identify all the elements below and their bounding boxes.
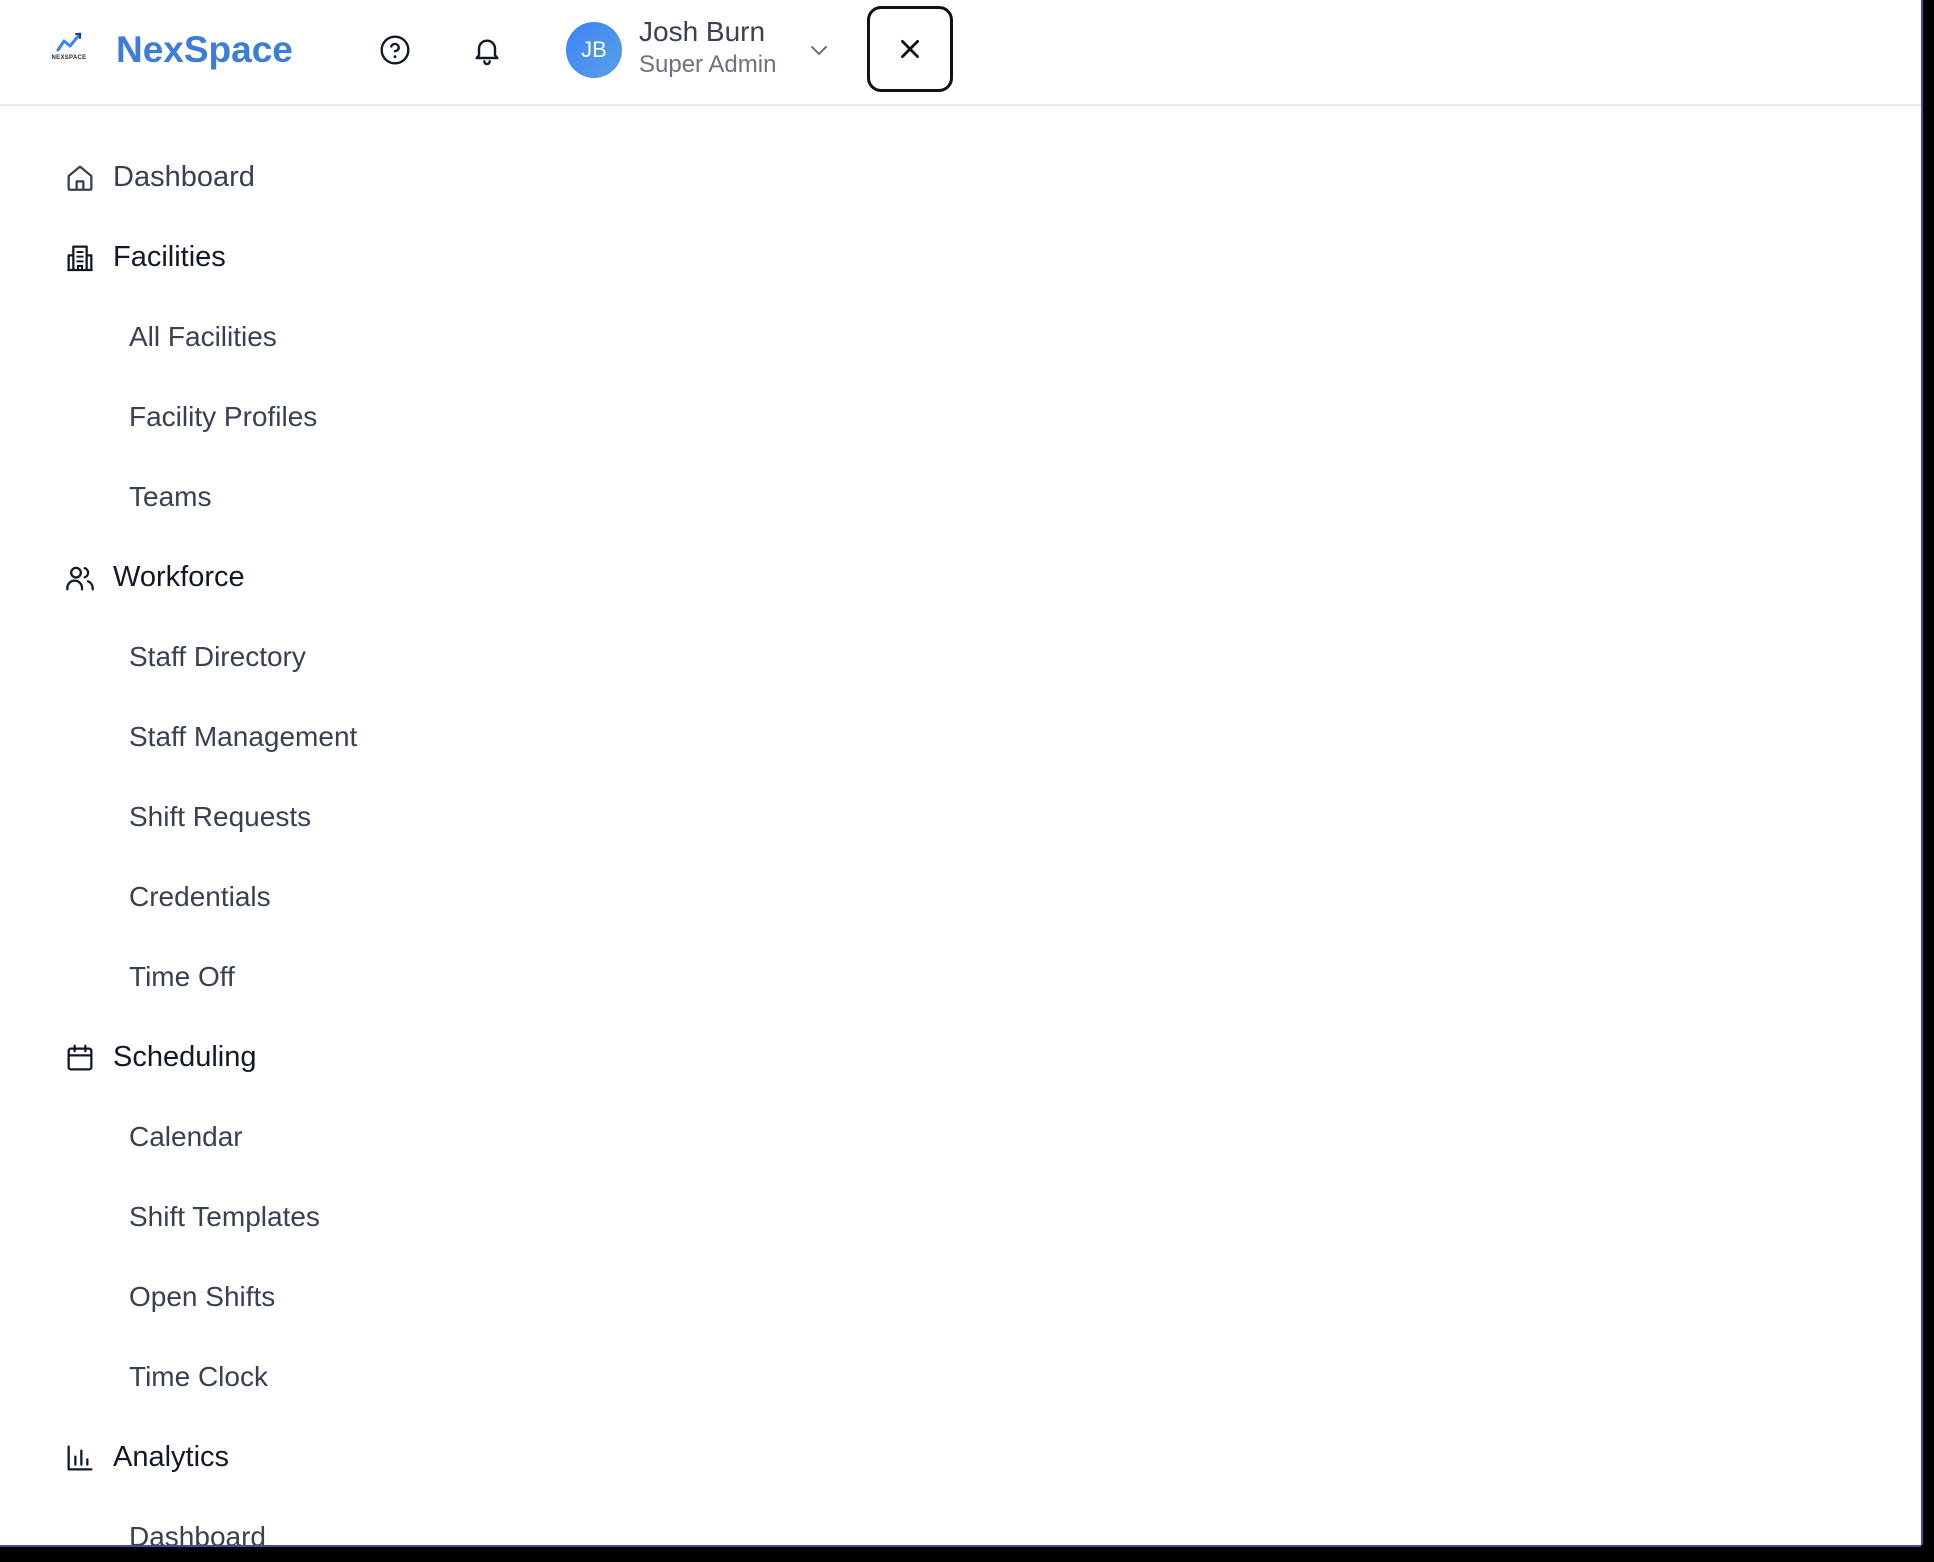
nav-item-label: Staff Directory [129,641,306,672]
nav-item-time-off[interactable]: Time Off [0,946,600,1006]
nav-item-dashboard[interactable]: Dashboard [0,146,600,206]
nav-item-label: Shift Templates [129,1201,320,1232]
nav-section-workforce[interactable]: Workforce [0,546,600,606]
close-menu-button[interactable] [867,6,953,92]
nav-item-label: Teams [129,481,212,512]
nav-section-label: Workforce [113,561,245,593]
nav-section-label: Dashboard [113,161,255,193]
building-icon [67,245,93,272]
logo-swoosh-icon [56,32,82,52]
nav-section-label: Facilities [113,241,226,273]
notifications-button[interactable] [467,30,507,70]
help-button[interactable] [375,30,415,70]
nav-item-shift-templates[interactable]: Shift Templates [0,1186,600,1246]
nav-item-label: All Facilities [129,321,277,352]
nav-item-label: Credentials [129,881,271,912]
nav-item-label: Staff Management [129,721,358,752]
bar-chart-icon [67,1445,93,1471]
top-header: NEXSPACE NexSpace JB Josh Burn Super Adm… [0,0,1921,106]
logo-wordmark: NEXSPACE [51,55,87,61]
brand-name[interactable]: NexSpace [116,26,293,74]
nav-item-calendar[interactable]: Calendar [0,1106,600,1166]
nav-section-label: Scheduling [113,1041,257,1073]
home-icon [67,165,93,191]
nav-item-label: Shift Requests [129,801,312,832]
brand-logo[interactable]: NEXSPACE [42,30,96,70]
bell-icon [475,39,499,66]
nav-item-facility-profiles[interactable]: Facility Profiles [0,386,600,446]
chevron-down-icon [811,46,827,55]
main-navigation: Dashboard Facilities All Facilities Faci… [0,108,700,1545]
user-menu-toggle[interactable] [805,36,833,64]
user-role: Super Admin [639,51,777,78]
nav-item-label: Time Off [129,961,235,992]
nav-item-analytics-dashboard[interactable]: Dashboard [0,1506,600,1545]
users-icon [66,566,94,591]
nav-item-label: Open Shifts [129,1281,276,1312]
user-name[interactable]: Josh Burn [639,14,765,50]
nav-item-label: Calendar [129,1121,243,1152]
user-avatar[interactable]: JB [566,22,622,78]
nav-item-teams[interactable]: Teams [0,466,600,526]
nav-section-facilities[interactable]: Facilities [0,226,600,286]
nav-section-analytics[interactable]: Analytics [0,1426,600,1486]
app-window: NEXSPACE NexSpace JB Josh Burn Super Adm… [0,0,1921,1545]
nav-section-scheduling[interactable]: Scheduling [0,1026,600,1086]
question-circle-icon [380,35,410,65]
nav-section-label: Analytics [113,1441,230,1473]
nav-item-staff-management[interactable]: Staff Management [0,706,600,766]
nav-item-credentials[interactable]: Credentials [0,866,600,926]
nav-item-shift-requests[interactable]: Shift Requests [0,786,600,846]
calendar-icon [67,1044,93,1071]
nav-item-all-facilities[interactable]: All Facilities [0,306,600,366]
nav-item-label: Time Clock [129,1361,268,1392]
nav-item-time-clock[interactable]: Time Clock [0,1346,600,1406]
nav-item-staff-directory[interactable]: Staff Directory [0,626,600,686]
close-icon [901,40,919,58]
nav-item-label: Facility Profiles [129,401,318,432]
nav-item-label: Dashboard [129,1521,266,1545]
nav-item-open-shifts[interactable]: Open Shifts [0,1266,600,1326]
